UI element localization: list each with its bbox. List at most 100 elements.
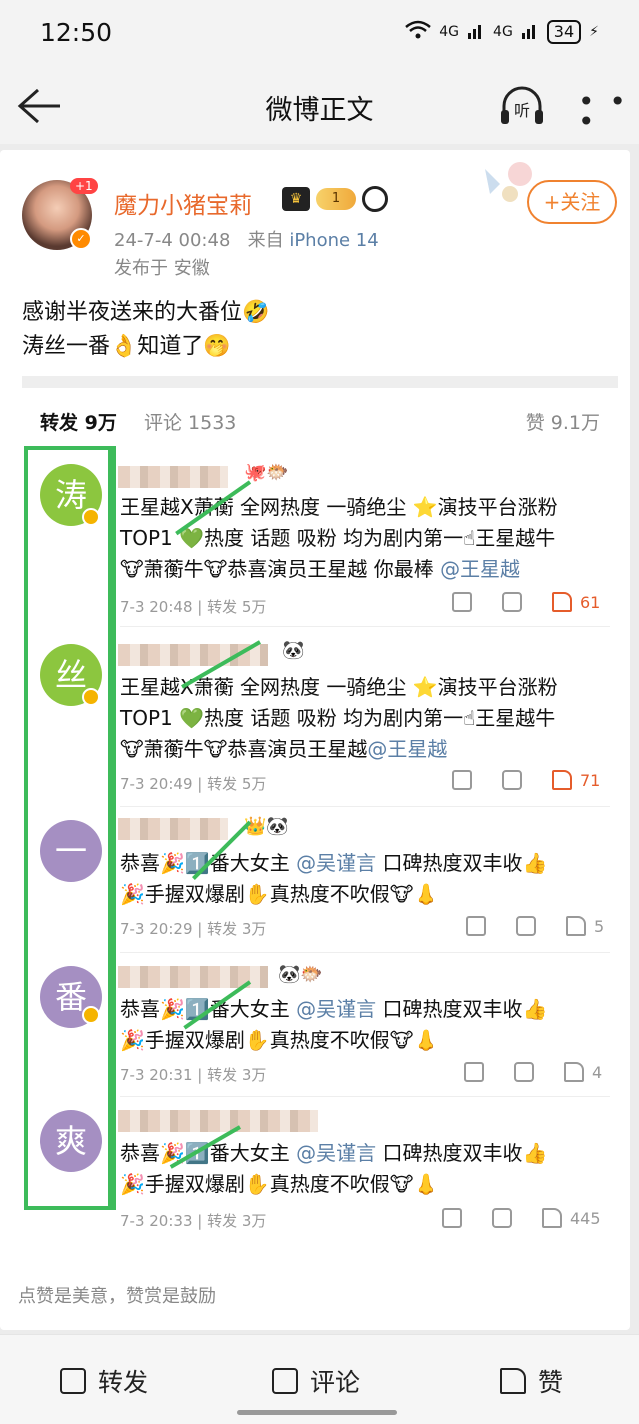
blurred-username[interactable] [118, 1110, 318, 1132]
user-badges: ♛ 1 [282, 186, 388, 212]
repost-text-segment: 🐮萧蘅牛🐮恭喜演员王星越 [120, 737, 368, 761]
footer-separator: | [197, 1066, 203, 1084]
repost-count: 转发 5万 [207, 775, 267, 793]
repost-text-line: 🐮萧蘅牛🐮恭喜演员王星越 你最棒 @王星越 [120, 554, 620, 585]
reward-tip: 点赞是美意，赞赏是鼓励 [18, 1286, 216, 1307]
repost-button[interactable]: 转发 [60, 1363, 148, 1399]
share-icon[interactable] [442, 1208, 462, 1228]
avatar-badge: +1 [70, 178, 98, 194]
divider [120, 1096, 610, 1097]
post-text-line: 感谢半夜送来的大番位🤣 [22, 300, 270, 325]
repost-footer: 7-3 20:48 | 转发 5万 [120, 596, 266, 617]
repost-text: 王星越X萧蘅 全网热度 一骑绝尘 ⭐演技平台涨粉 TOP1 💚热度 话题 吸粉 … [120, 672, 620, 765]
mention-link[interactable]: @吴谨言 [296, 1141, 376, 1165]
repost-actions: 61 [452, 592, 600, 612]
repost-text-segment: 口碑热度双丰收👍 [382, 997, 548, 1021]
user-badge-icon: 🐼 [282, 640, 305, 661]
mention-link[interactable]: @王星越 [440, 557, 520, 581]
comment-icon[interactable] [516, 916, 536, 936]
status-icons: 4G 4G 34 ⚡ [405, 20, 599, 44]
clock: 12:50 [40, 18, 113, 47]
repost-time: 7-3 20:29 [120, 920, 193, 938]
crown-icon: ♛ [282, 187, 310, 211]
home-indicator[interactable] [237, 1410, 397, 1415]
comment-icon[interactable] [502, 592, 522, 612]
repost-time: 7-3 20:49 [120, 775, 193, 793]
thumbs-up-icon [500, 1368, 526, 1394]
panda-icon [362, 186, 388, 212]
post-body: 感谢半夜送来的大番位🤣 涛丝一番👌知道了🤭 [22, 296, 269, 364]
user-badge-icon: 👑🐼 [244, 816, 289, 837]
repost-text: 王星越X萧蘅 全网热度 一骑绝尘 ⭐演技平台涨粉 TOP1 💚热度 话题 吸粉 … [120, 492, 620, 585]
repost-count: 转发 3万 [207, 920, 267, 938]
repost-time: 7-3 20:48 [120, 598, 193, 616]
share-icon[interactable] [452, 592, 472, 612]
follow-button[interactable]: +关注 [527, 180, 617, 224]
mention-link[interactable]: @王星越 [367, 737, 447, 761]
repost-count: 转发 5万 [207, 598, 267, 616]
mention-link[interactable]: @吴谨言 [296, 851, 376, 875]
status-bar: 12:50 4G 4G 34 ⚡ [0, 0, 639, 68]
blurred-username[interactable] [118, 466, 228, 488]
repost-text-line: 🎉手握双爆剧✋真热度不吹假🐮👃 [120, 882, 439, 906]
footer-separator: | [197, 598, 203, 616]
more-options-icon[interactable]: • • • [578, 88, 639, 136]
like-count: 71 [580, 770, 601, 790]
repost-text-segment: 口碑热度双丰收👍 [382, 1141, 548, 1165]
tab-reposts[interactable]: 转发 9万 [40, 408, 117, 435]
repost-footer: 7-3 20:33 | 转发 3万 [120, 1210, 266, 1231]
repost-count: 转发 3万 [207, 1212, 267, 1230]
footer-separator: | [197, 920, 203, 938]
like-button[interactable]: 赞 [500, 1363, 563, 1399]
svg-text:听: 听 [514, 101, 530, 120]
tab-likes[interactable]: 赞 9.1万 [526, 408, 600, 435]
divider [120, 952, 610, 953]
like-icon[interactable] [566, 916, 586, 936]
like-icon[interactable] [542, 1208, 562, 1228]
comment-label: 评论 [310, 1368, 361, 1397]
post-text-line: 涛丝一番👌知道了🤭 [22, 334, 231, 359]
blurred-username[interactable] [118, 818, 228, 840]
comment-icon[interactable] [514, 1062, 534, 1082]
listen-headphone-icon[interactable]: 听 [498, 84, 546, 128]
comment-icon [272, 1368, 298, 1394]
verified-badge-icon: ✓ [70, 228, 92, 250]
like-count: 61 [580, 592, 601, 612]
comment-icon[interactable] [502, 770, 522, 790]
repost-time: 7-3 20:31 [120, 1066, 193, 1084]
repost-footer: 7-3 20:49 | 转发 5万 [120, 773, 266, 794]
repost-time: 7-3 20:33 [120, 1212, 193, 1230]
share-icon[interactable] [466, 916, 486, 936]
like-count: 4 [592, 1062, 603, 1082]
like-icon[interactable] [552, 770, 572, 790]
comment-button[interactable]: 评论 [272, 1363, 360, 1399]
repost-actions: 71 [452, 770, 600, 790]
share-icon[interactable] [452, 770, 472, 790]
share-icon[interactable] [464, 1062, 484, 1082]
comment-icon[interactable] [492, 1208, 512, 1228]
signal-icon-2: 4G [493, 24, 513, 40]
tab-comments[interactable]: 评论 1533 [144, 408, 236, 435]
post-meta: 24-7-4 00:48 来自 iPhone 14 [114, 226, 379, 252]
like-icon[interactable] [552, 592, 572, 612]
repost-text-line: 🐮萧蘅牛🐮恭喜演员王星越@王星越 [120, 734, 620, 765]
repost-text-line: 🎉手握双爆剧✋真热度不吹假🐮👃 [120, 1028, 439, 1052]
repost-actions: 445 [442, 1208, 601, 1228]
annotation-highlight-box [24, 446, 116, 1210]
like-icon[interactable] [564, 1062, 584, 1082]
divider [22, 376, 618, 388]
repost-text-line: TOP1 💚热度 话题 吸粉 均为剧内第一☝王星越牛 [120, 526, 556, 550]
repost-footer: 7-3 20:31 | 转发 3万 [120, 1064, 266, 1085]
level-badge: 1 [316, 188, 356, 210]
post-timestamp: 24-7-4 00:48 [114, 230, 231, 251]
mention-link[interactable]: @吴谨言 [296, 997, 376, 1021]
repost-text: 恭喜🎉1️⃣番大女主 @吴谨言 口碑热度双丰收👍 🎉手握双爆剧✋真热度不吹假🐮👃 [120, 1138, 620, 1200]
like-label: 赞 [538, 1368, 564, 1397]
username[interactable]: 魔力小猪宝莉 [114, 186, 252, 220]
nav-bar: 微博正文 听 • • • [0, 68, 639, 144]
signal-bars-icon-2 [521, 21, 539, 43]
user-badge-icon: 🐼🐡 [278, 964, 323, 985]
source-prefix: 来自 [247, 230, 284, 251]
device-link[interactable]: iPhone 14 [289, 230, 378, 251]
user-badge-icon: 🐙🐡 [244, 462, 289, 483]
